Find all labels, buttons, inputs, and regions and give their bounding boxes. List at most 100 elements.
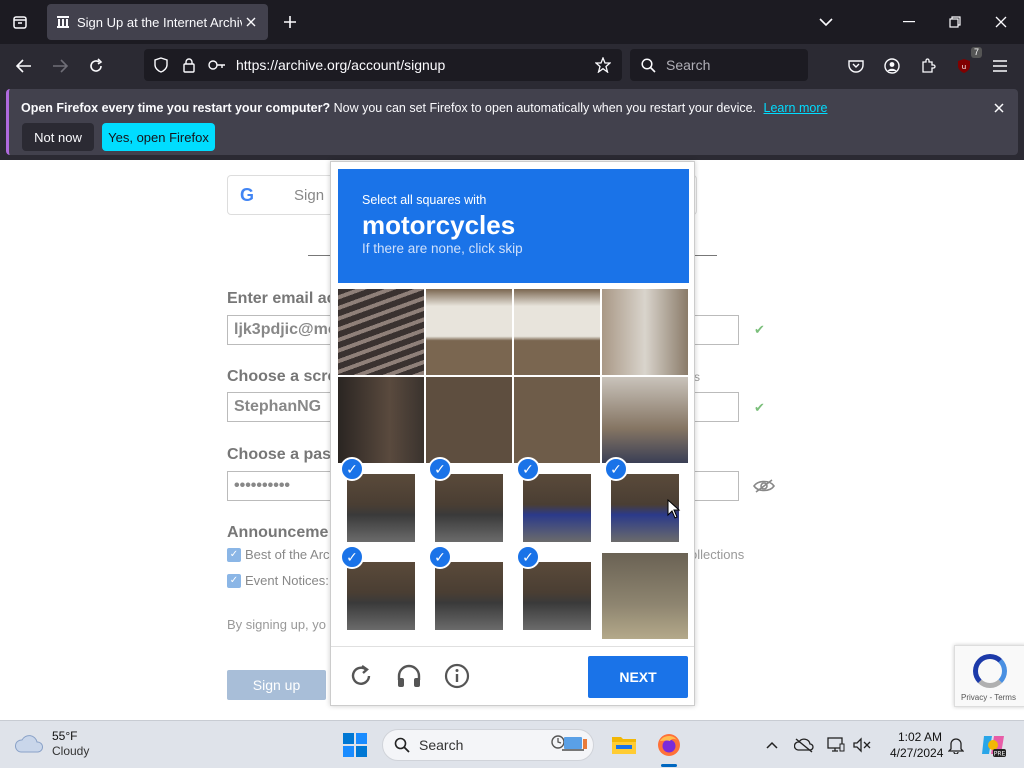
email-valid-check-icon: ✔ (754, 322, 765, 337)
notification-bell-icon[interactable] (946, 735, 966, 755)
captcha-tile-image (347, 474, 415, 542)
tab-close-icon[interactable] (242, 13, 260, 31)
forward-arrow-icon[interactable] (46, 52, 74, 80)
cloud-icon (15, 735, 44, 753)
captcha-hint: If there are none, click skip (362, 241, 523, 256)
back-arrow-icon[interactable] (10, 52, 38, 80)
tile-selected-check-icon: ✓ (516, 545, 540, 569)
email-value: ljk3pdjic@mo (234, 321, 338, 338)
next-button[interactable]: NEXT (588, 656, 688, 698)
windows-start-icon[interactable] (343, 733, 367, 757)
taskbar-search[interactable]: Search (382, 729, 594, 761)
captcha-tile[interactable] (514, 289, 600, 375)
svg-text:PRE: PRE (994, 750, 1006, 757)
tile-selected-check-icon: ✓ (604, 457, 628, 481)
screen-name-label: Choose a scre (227, 368, 337, 385)
learn-more-link[interactable]: Learn more (764, 101, 828, 115)
captcha-tile[interactable] (338, 377, 424, 463)
shield-icon[interactable] (150, 54, 172, 76)
chevron-down-icon[interactable] (812, 8, 840, 36)
url-bar[interactable]: https://archive.org/account/signup (144, 49, 622, 81)
recaptcha-privacy-terms[interactable]: Privacy - Terms (961, 693, 1016, 702)
captcha-tile-image (435, 474, 503, 542)
captcha-tile[interactable] (338, 289, 424, 375)
new-tab-icon[interactable] (278, 10, 302, 34)
sign-up-button[interactable]: Sign up (227, 670, 326, 700)
checkbox-checked-icon: ✓ (227, 573, 241, 588)
divider-right (693, 255, 717, 256)
windows-taskbar: 55°F Cloudy Search 1:02 AM 4/27/2024 PRE (0, 720, 1024, 768)
event-notices-label: Event Notices: (245, 573, 329, 588)
volume-muted-icon[interactable] (852, 735, 872, 755)
tile-selected-check-icon: ✓ (516, 457, 540, 481)
show-password-eye-icon[interactable] (753, 478, 775, 499)
reload-challenge-icon[interactable] (345, 660, 377, 692)
tab-list-icon[interactable] (8, 10, 32, 34)
system-clock[interactable]: 1:02 AM 4/27/2024 (890, 729, 943, 761)
captcha-footer-divider (331, 646, 694, 647)
notification-bold-text: Open Firefox every time you restart your… (21, 101, 331, 115)
default-browser-notification: Open Firefox every time you restart your… (6, 89, 1018, 155)
account-icon[interactable] (878, 52, 906, 80)
event-notices-checkbox[interactable]: ✓ Event Notices: (227, 573, 329, 588)
notification-close-icon[interactable] (990, 99, 1008, 117)
pocket-icon[interactable] (842, 52, 870, 80)
url-text[interactable]: https://archive.org/account/signup (236, 57, 586, 73)
extensions-puzzle-icon[interactable] (914, 52, 942, 80)
close-window-icon[interactable] (987, 8, 1015, 36)
tile-selected-check-icon: ✓ (428, 545, 452, 569)
lock-icon[interactable] (178, 54, 200, 76)
screen-name-value: StephanNG (234, 398, 322, 415)
svg-text:u: u (962, 63, 966, 71)
announcements-label: Announceme (227, 524, 329, 541)
bookmark-star-icon[interactable] (592, 54, 614, 76)
captcha-challenge: Select all squares with motorcycles If t… (330, 161, 695, 706)
weather-widget[interactable]: 55°F Cloudy (14, 729, 89, 759)
email-label: Enter email ac (227, 290, 336, 307)
recaptcha-badge[interactable]: Privacy - Terms (954, 645, 1024, 707)
collections-text: ollections (690, 547, 745, 562)
google-signin-label: Sign (294, 186, 325, 204)
search-placeholder: Search (666, 57, 711, 73)
file-explorer-icon[interactable] (608, 729, 640, 761)
weather-condition: Cloudy (52, 744, 90, 758)
best-of-archive-checkbox[interactable]: ✓ Best of the Arc (227, 547, 330, 562)
reload-icon[interactable] (82, 52, 110, 80)
captcha-tile[interactable] (426, 289, 512, 375)
archive-favicon-icon (55, 14, 71, 30)
tile-selected-check-icon: ✓ (428, 457, 452, 481)
captcha-tile[interactable] (426, 377, 512, 463)
screen-name-valid-check-icon: ✔ (754, 400, 765, 415)
captcha-tile[interactable] (514, 377, 600, 463)
search-bar[interactable]: Search (630, 49, 808, 81)
captcha-tile-image (523, 474, 591, 542)
copilot-icon[interactable]: PRE (980, 732, 1006, 758)
taskbar-search-label: Search (419, 737, 464, 753)
display-icon[interactable] (826, 735, 846, 755)
recaptcha-logo-icon (973, 654, 1007, 688)
nav-bar: https://archive.org/account/signup Searc… (0, 44, 1024, 86)
password-value: •••••••••• (234, 477, 291, 494)
tile-selected-check-icon: ✓ (340, 545, 364, 569)
minimize-icon[interactable] (895, 8, 923, 36)
tab-signup[interactable]: Sign Up at the Internet Archive (47, 4, 268, 40)
clock-time: 1:02 AM (897, 730, 942, 744)
search-highlight-icon (549, 733, 589, 758)
chevron-up-icon[interactable] (762, 735, 782, 755)
search-icon (393, 736, 411, 754)
captcha-tile[interactable] (602, 289, 688, 375)
extension-badge: 7 (970, 47, 982, 58)
captcha-tile[interactable] (602, 377, 688, 463)
search-icon (638, 55, 658, 75)
yes-open-firefox-button[interactable]: Yes, open Firefox (102, 123, 215, 151)
not-now-button[interactable]: Not now (22, 123, 94, 151)
restore-icon[interactable] (941, 8, 969, 36)
permissions-key-icon[interactable] (206, 54, 228, 76)
menu-hamburger-icon[interactable] (986, 52, 1014, 80)
ublock-extension-icon[interactable]: u 7 (950, 47, 982, 80)
info-icon[interactable] (441, 660, 473, 692)
onedrive-offline-icon[interactable] (794, 735, 814, 755)
firefox-taskbar-icon[interactable] (653, 729, 685, 761)
captcha-tile[interactable] (602, 553, 688, 639)
audio-challenge-headphones-icon[interactable] (393, 660, 425, 692)
